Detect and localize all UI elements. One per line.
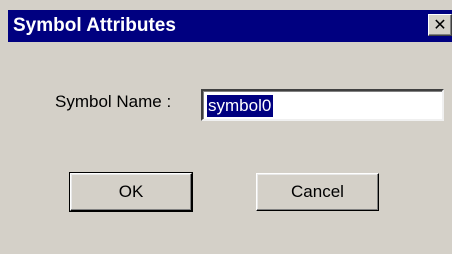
symbol-name-input[interactable]: symbol0: [201, 89, 444, 121]
symbol-name-value[interactable]: symbol0: [207, 95, 274, 117]
symbol-attributes-dialog: Symbol Attributes ✕ Symbol Name : symbol…: [0, 0, 452, 254]
ok-button[interactable]: OK: [69, 172, 193, 212]
title-bar[interactable]: Symbol Attributes ✕: [8, 10, 452, 42]
symbol-name-label: Symbol Name :: [55, 92, 172, 111]
window-title: Symbol Attributes: [13, 15, 176, 36]
cancel-button[interactable]: Cancel: [256, 173, 379, 211]
close-icon: ✕: [433, 15, 447, 34]
close-button[interactable]: ✕: [428, 14, 452, 36]
